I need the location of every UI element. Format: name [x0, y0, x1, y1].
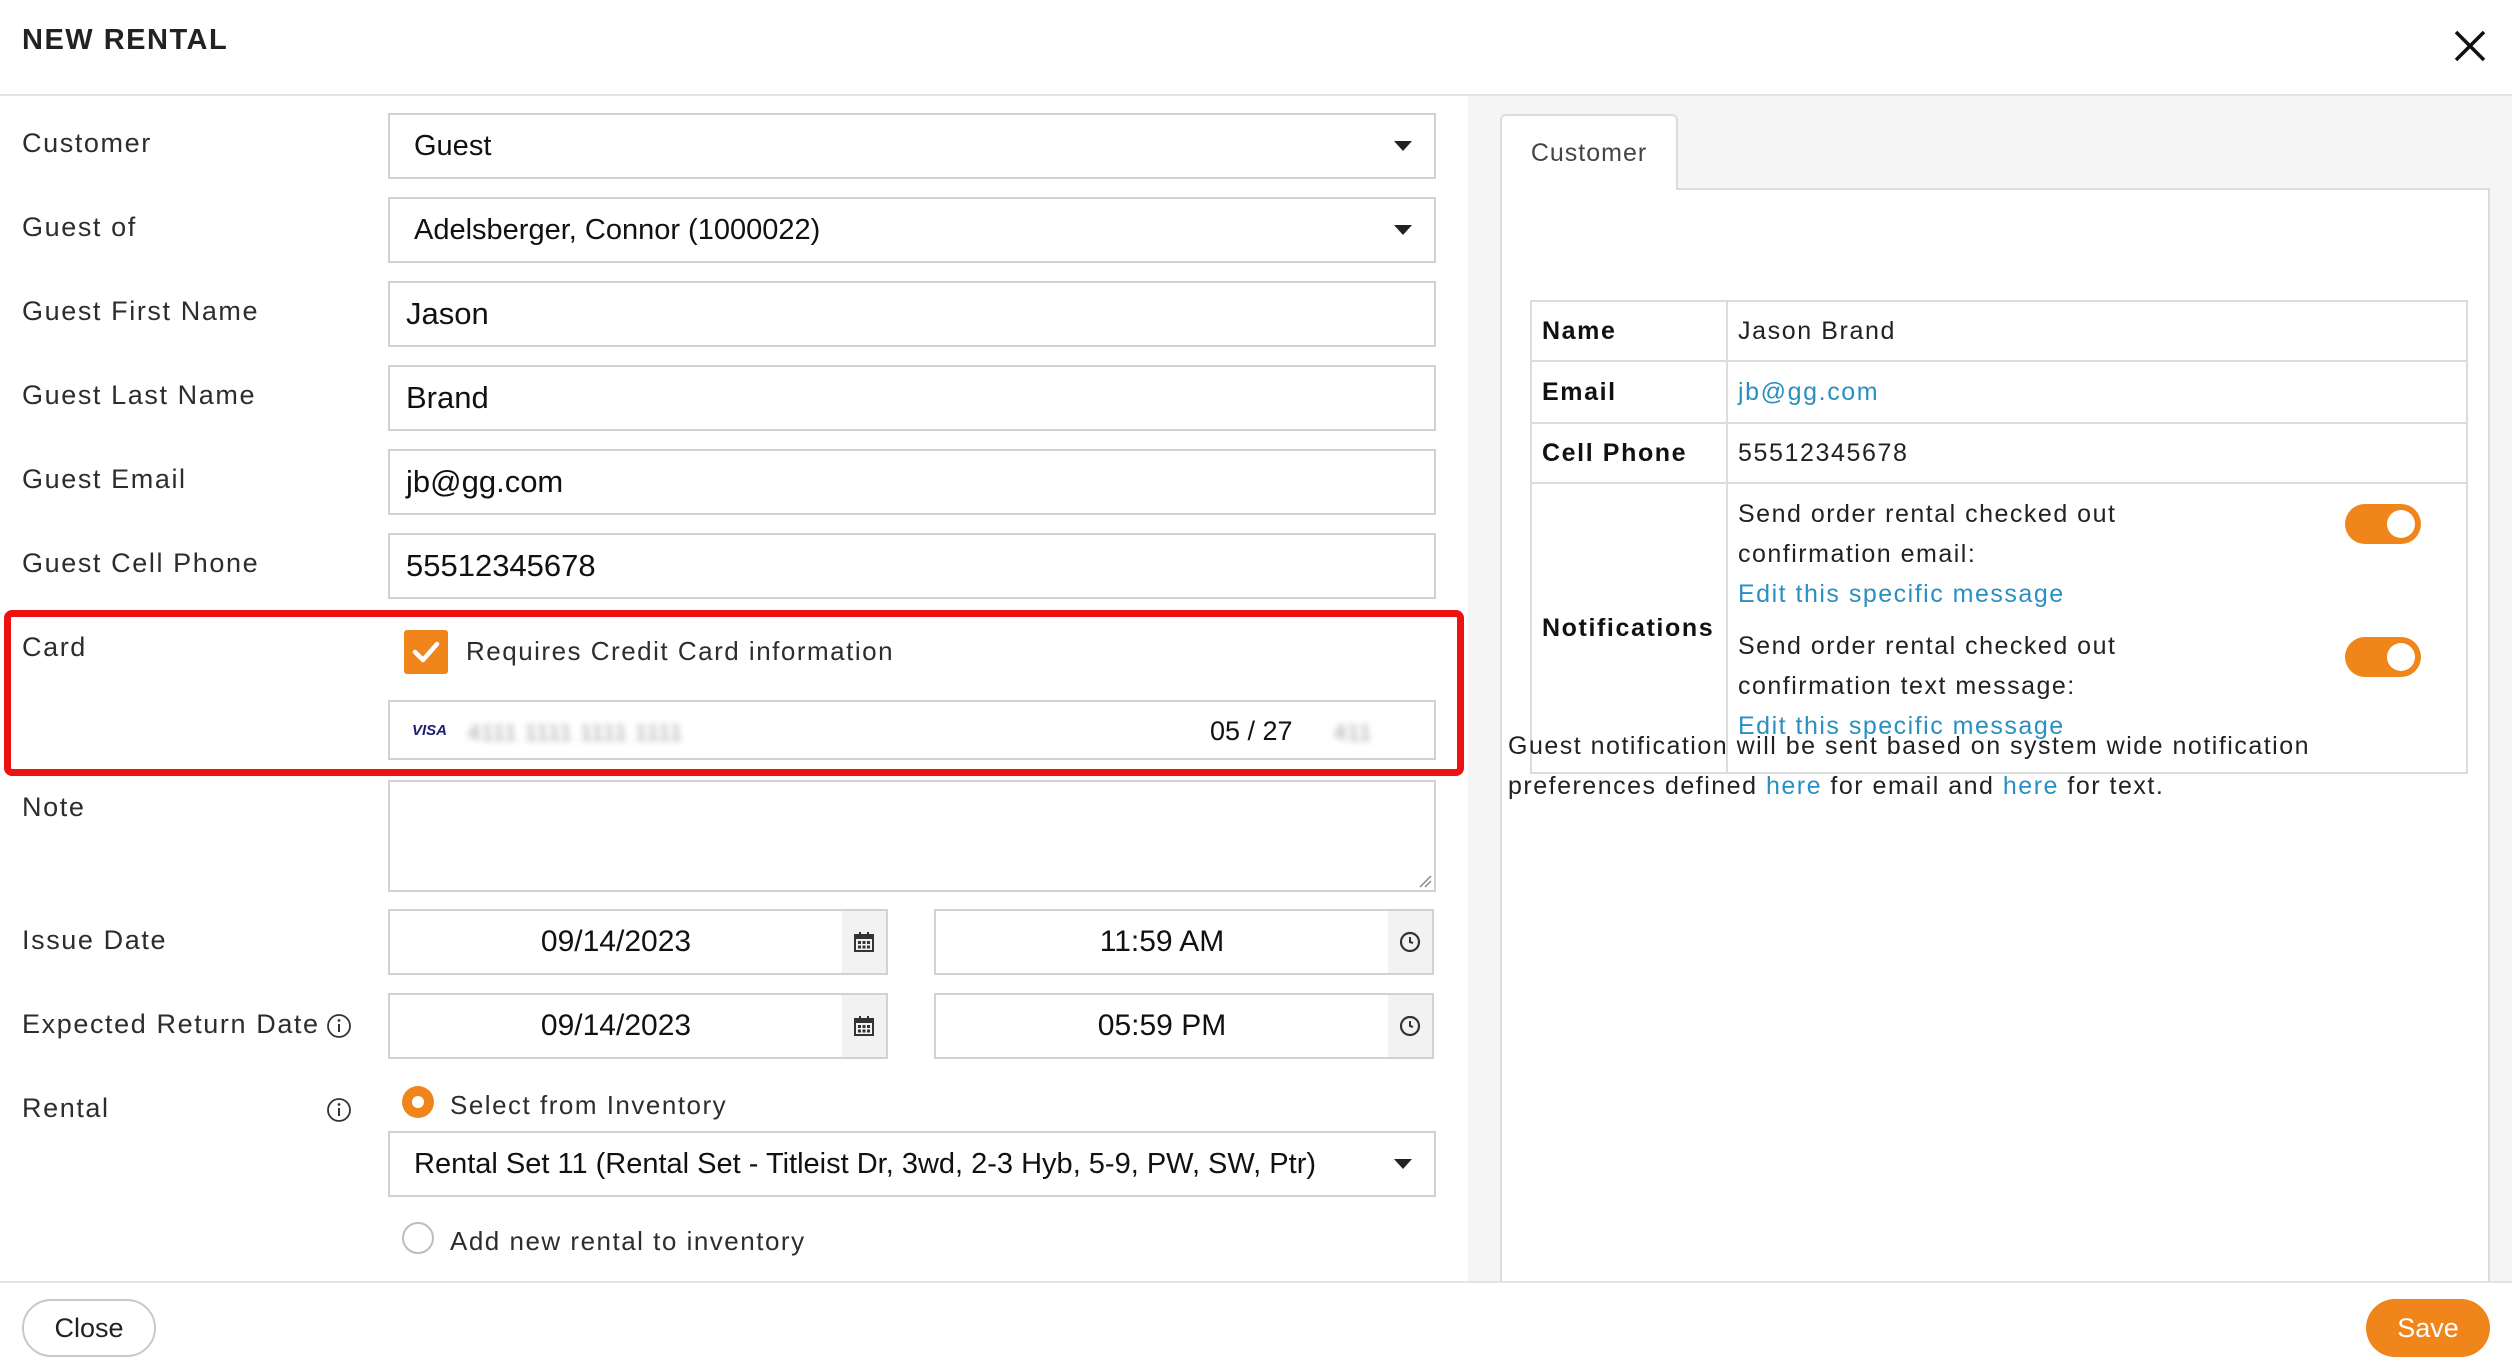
tab-customer[interactable]: Customer: [1500, 114, 1678, 190]
note-label: Note: [22, 792, 86, 822]
visa-icon: VISA: [412, 722, 448, 739]
card-expiry: 05 / 27: [1210, 716, 1293, 746]
checkmark-icon: [412, 641, 440, 663]
last-name-input[interactable]: Brand: [388, 365, 1436, 431]
edit-email-message-link[interactable]: Edit this specific message: [1738, 574, 2338, 614]
cell-phone-label: Guest Cell Phone: [22, 548, 260, 578]
cell-phone-header: Cell Phone: [1532, 424, 1728, 482]
first-name-value: Jason: [406, 296, 489, 331]
email-header: Email: [1532, 362, 1728, 422]
email-notification-block: Send order rental checked out confirmati…: [1738, 494, 2338, 614]
first-name-label: Guest First Name: [22, 296, 260, 326]
cell-phone-input[interactable]: 55512345678: [388, 533, 1436, 599]
table-row: Email jb@gg.com: [1532, 362, 2466, 424]
guest-of-label: Guest of: [22, 212, 137, 242]
first-name-input[interactable]: Jason: [388, 281, 1436, 347]
resize-handle-icon[interactable]: [1418, 874, 1432, 888]
cell-phone-value: 55512345678: [1738, 438, 1909, 467]
text-notification-text: Send order rental checked out: [1738, 632, 2117, 660]
issue-date-input[interactable]: 09/14/2023: [388, 909, 888, 975]
customer-label: Customer: [22, 128, 152, 158]
close-icon[interactable]: [2444, 20, 2496, 72]
card-input[interactable]: VISA 4111 1111 1111 1111 05 / 27 411: [388, 700, 1436, 760]
return-date-label: Expected Return Date: [22, 1009, 320, 1039]
issue-time-value: 11:59 AM: [936, 911, 1390, 973]
note-textarea[interactable]: [388, 780, 1436, 892]
guest-note-text: for email and: [1821, 772, 2003, 800]
text-preferences-link[interactable]: here: [2003, 772, 2059, 800]
close-button[interactable]: Close: [22, 1299, 156, 1357]
chevron-down-icon: [1394, 225, 1412, 235]
chevron-down-icon: [1394, 141, 1412, 151]
select-inventory-radio[interactable]: [402, 1086, 434, 1118]
customer-select-value: Guest: [414, 129, 492, 162]
guest-of-select[interactable]: Adelsberger, Connor (1000022): [388, 197, 1436, 263]
info-icon[interactable]: [326, 1013, 352, 1039]
rental-label: Rental: [22, 1093, 110, 1123]
requires-card-checkbox[interactable]: [404, 630, 448, 674]
return-date-input[interactable]: 09/14/2023: [388, 993, 888, 1059]
card-label: Card: [22, 632, 87, 662]
email-notification-text: confirmation email:: [1738, 540, 1977, 568]
return-time-input[interactable]: 05:59 PM: [934, 993, 1434, 1059]
modal-title: NEW RENTAL: [22, 24, 229, 56]
text-notification-toggle[interactable]: [2345, 637, 2421, 677]
last-name-label: Guest Last Name: [22, 380, 257, 410]
inventory-select-value: Rental Set 11 (Rental Set - Titleist Dr,…: [414, 1147, 1317, 1180]
card-cvc-masked: 411: [1334, 720, 1373, 745]
add-new-rental-label: Add new rental to inventory: [450, 1226, 806, 1256]
save-button[interactable]: Save: [2366, 1299, 2490, 1357]
table-row: Cell Phone 55512345678: [1532, 424, 2466, 484]
guest-of-select-value: Adelsberger, Connor (1000022): [414, 213, 821, 246]
issue-date-label: Issue Date: [22, 925, 168, 955]
add-new-rental-radio[interactable]: [402, 1222, 434, 1254]
inventory-select[interactable]: Rental Set 11 (Rental Set - Titleist Dr,…: [388, 1131, 1436, 1197]
issue-time-input[interactable]: 11:59 AM: [934, 909, 1434, 975]
modal-footer: Close Save: [0, 1281, 2512, 1372]
customer-side-panel: Customer Name Jason Brand Email jb@gg.co…: [1468, 96, 2512, 1372]
card-number-masked: 4111 1111 1111 1111: [468, 720, 684, 745]
clock-icon[interactable]: [1388, 911, 1432, 973]
name-header: Name: [1532, 302, 1728, 360]
name-value: Jason Brand: [1738, 316, 1896, 345]
issue-date-value: 09/14/2023: [390, 911, 844, 973]
guest-note-text: for text.: [2058, 772, 2165, 800]
requires-card-label: Requires Credit Card information: [466, 636, 895, 666]
return-date-value: 09/14/2023: [390, 995, 844, 1057]
info-icon[interactable]: [326, 1097, 352, 1123]
calendar-icon[interactable]: [842, 911, 886, 973]
text-notification-text: confirmation text message:: [1738, 672, 2076, 700]
email-link[interactable]: jb@gg.com: [1728, 362, 2466, 422]
email-value: jb@gg.com: [406, 464, 564, 499]
customer-select[interactable]: Guest: [388, 113, 1436, 179]
guest-notification-note: Guest notification will be sent based on…: [1508, 726, 2448, 806]
table-row: Name Jason Brand: [1532, 302, 2466, 362]
email-label: Guest Email: [22, 464, 187, 494]
cell-phone-value: 55512345678: [406, 548, 596, 583]
clock-icon[interactable]: [1388, 995, 1432, 1057]
last-name-value: Brand: [406, 380, 489, 415]
modal-header: NEW RENTAL: [0, 0, 2512, 96]
calendar-icon[interactable]: [842, 995, 886, 1057]
customer-info-table: Name Jason Brand Email jb@gg.com Cell Ph…: [1530, 300, 2468, 774]
return-time-value: 05:59 PM: [936, 995, 1390, 1057]
email-notification-text: Send order rental checked out: [1738, 500, 2117, 528]
email-input[interactable]: jb@gg.com: [388, 449, 1436, 515]
chevron-down-icon: [1394, 1159, 1412, 1169]
email-preferences-link[interactable]: here: [1766, 772, 1822, 800]
email-notification-toggle[interactable]: [2345, 504, 2421, 544]
select-inventory-label: Select from Inventory: [450, 1090, 728, 1120]
